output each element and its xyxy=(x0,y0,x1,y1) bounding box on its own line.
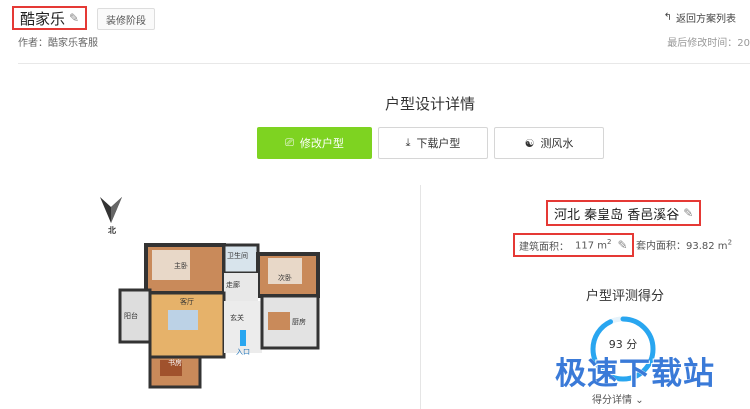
edit-floorplan-label: 修改户型 xyxy=(299,138,344,150)
build-area-highlight: 建筑面积： 117 m2 ✎ xyxy=(513,233,634,257)
room-kitchen: 厨房 xyxy=(292,317,306,326)
room-master: 主卧 xyxy=(174,261,188,270)
room-foyer: 玄关 xyxy=(230,313,244,322)
author-label: 作者：酷家乐客服 xyxy=(18,38,98,49)
download-floorplan-button[interactable]: ⤓ 下载户型 xyxy=(378,127,488,159)
edit-address-icon[interactable]: ✎ xyxy=(683,206,693,220)
title-highlight: 酷家乐 ✎ xyxy=(12,6,88,30)
room-balcony: 阳台 xyxy=(124,311,138,320)
north-label: 北 xyxy=(108,226,116,235)
edit-area-icon[interactable]: ✎ xyxy=(617,238,627,252)
compass-icon xyxy=(100,197,122,223)
edit-floorplan-button[interactable]: ⎚ 修改户型 xyxy=(257,127,372,159)
download-label: 下载户型 xyxy=(416,138,461,150)
watermark: 极速下载站 xyxy=(555,356,715,392)
fengshui-label: 测风水 xyxy=(540,138,574,150)
address-highlight: 河北 秦皇岛 香邑溪谷 ✎ xyxy=(546,200,702,226)
score-title: 户型评测得分 xyxy=(586,289,665,304)
floorplan-image[interactable]: 主卧 卫生间 次卧 走廊 阳台 客厅 玄关 厨房 书房 入口 xyxy=(112,240,332,409)
room-corridor: 走廊 xyxy=(226,280,240,289)
edit-title-icon[interactable]: ✎ xyxy=(69,11,79,25)
yin-yang-icon: ☯ xyxy=(524,137,535,150)
address: 河北 秦皇岛 香邑溪谷 xyxy=(554,207,680,223)
chevron-down-icon: ⌄ xyxy=(635,395,644,406)
fengshui-button[interactable]: ☯ 测风水 xyxy=(494,127,604,159)
column-divider xyxy=(420,185,421,409)
entrance-label: 入口 xyxy=(236,348,250,356)
room-study: 书房 xyxy=(168,358,182,367)
section-title: 户型设计详情 xyxy=(384,95,475,113)
project-title: 酷家乐 xyxy=(20,9,66,28)
room-living: 客厅 xyxy=(180,297,194,306)
divider xyxy=(18,63,750,64)
build-area-label: 建筑面积： xyxy=(519,241,569,253)
download-icon: ⤓ xyxy=(405,136,411,149)
action-buttons: ⎚ 修改户型 ⤓ 下载户型 ☯ 测风水 xyxy=(257,127,604,159)
last-modified: 最后修改时间：20 xyxy=(667,38,750,49)
back-link-label: 返回方案列表 xyxy=(676,14,736,25)
score-detail-label: 得分详情 xyxy=(592,395,632,406)
edit-floorplan-icon: ⎚ xyxy=(285,136,294,149)
back-arrow-icon: ↰ xyxy=(663,12,672,23)
stage-button[interactable]: 装修阶段 xyxy=(97,8,155,30)
score-detail-link[interactable]: 得分详情 ⌄ xyxy=(592,391,644,406)
inner-area: 套内面积：93.82 m2 xyxy=(636,238,733,252)
room-bath: 卫生间 xyxy=(227,251,248,260)
build-area-value: 117 m2 xyxy=(575,238,612,252)
inner-area-value: 93.82 m xyxy=(686,241,728,252)
back-to-list-link[interactable]: ↰ 返回方案列表 xyxy=(664,10,736,25)
inner-area-label: 套内面积： xyxy=(636,241,686,252)
room-second: 次卧 xyxy=(278,273,292,282)
